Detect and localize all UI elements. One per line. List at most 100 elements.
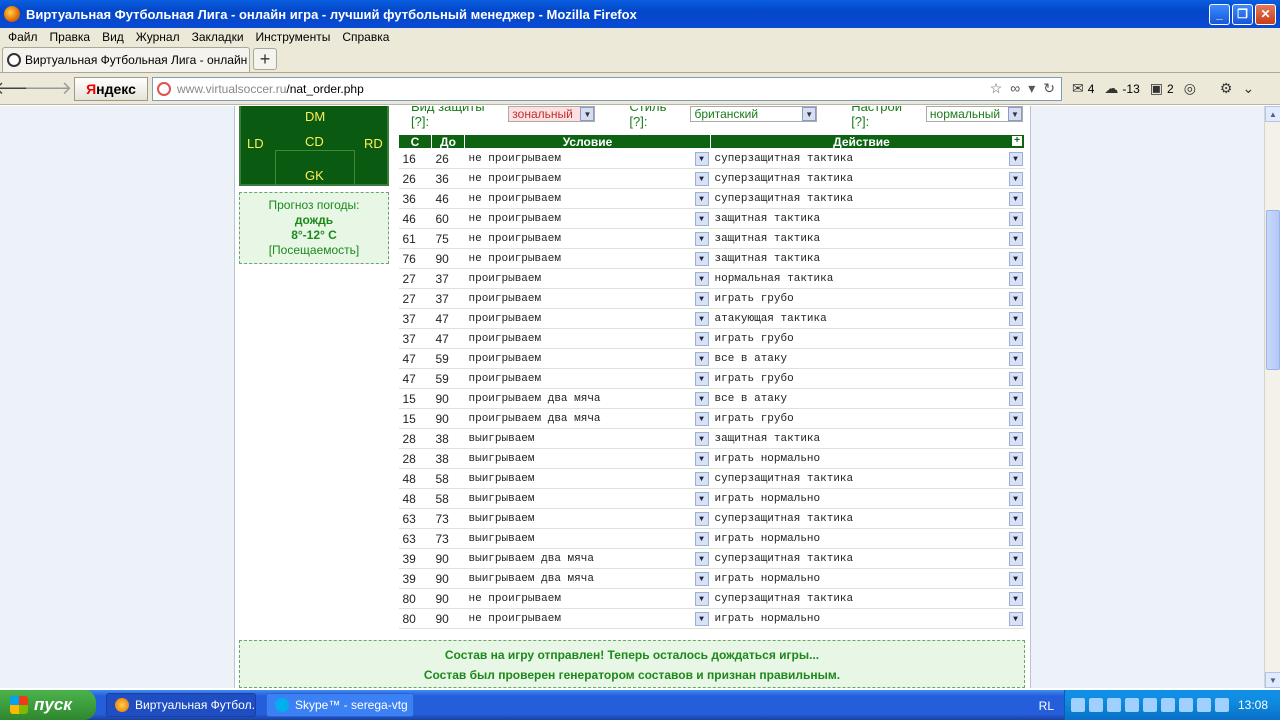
forward-button[interactable]: 🡒 [24, 77, 72, 101]
action-select[interactable]: суперзащитная тактика ▼ [710, 548, 1025, 569]
tray-opera-icon[interactable] [1179, 698, 1193, 712]
url-bar[interactable]: www.virtualsoccer.ru/nat_order.php ☆ ∞ ▾… [152, 76, 1062, 101]
taskbar-firefox[interactable]: Виртуальная Футбол... [106, 693, 256, 717]
condition-select[interactable]: выигрываем ▼ [464, 488, 711, 509]
add-row-button[interactable]: + [1012, 135, 1022, 146]
condition-select[interactable]: выигрываем два мяча ▼ [464, 548, 711, 569]
condition-select[interactable]: не проигрываем ▼ [464, 188, 711, 209]
action-select[interactable]: играть грубо ▼ [710, 408, 1025, 429]
tray-app-icon[interactable] [1143, 698, 1157, 712]
style-label[interactable]: Стиль [?]: [629, 106, 687, 129]
start-button[interactable]: пуск [0, 690, 96, 720]
condition-select[interactable]: не проигрываем ▼ [464, 588, 711, 609]
action-select[interactable]: играть грубо ▼ [710, 288, 1025, 309]
close-button[interactable]: ✕ [1255, 3, 1276, 25]
tray-shield-icon[interactable] [1107, 698, 1121, 712]
condition-select[interactable]: не проигрываем ▼ [464, 208, 711, 229]
defense-label[interactable]: Вид защиты [?]: [411, 106, 505, 129]
style-select[interactable]: британский ▼ [690, 106, 818, 122]
action-select[interactable]: все в атаку ▼ [710, 348, 1025, 369]
action-select[interactable]: играть нормально ▼ [710, 608, 1025, 629]
vertical-scrollbar[interactable]: ▲ ▼ [1264, 106, 1280, 688]
action-value: суперзащитная тактика [714, 552, 854, 565]
action-select[interactable]: суперзащитная тактика ▼ [710, 168, 1025, 189]
taskbar-skype[interactable]: Skype™ - serega-vtg [266, 693, 414, 717]
condition-select[interactable]: выигрываем ▼ [464, 448, 711, 469]
attendance-link[interactable]: [Посещаемость] [240, 243, 388, 258]
bookmark-star-icon[interactable]: ☆ [990, 80, 1003, 97]
glasses-icon[interactable]: ∞ [1010, 80, 1020, 97]
language-indicator[interactable]: RL [1039, 699, 1054, 713]
action-select[interactable]: суперзащитная тактика ▼ [710, 148, 1025, 169]
extension-tools[interactable]: ⚙ [1220, 80, 1233, 97]
condition-select[interactable]: выигрываем ▼ [464, 508, 711, 529]
condition-select[interactable]: не проигрываем ▼ [464, 228, 711, 249]
condition-select[interactable]: проигрываем ▼ [464, 268, 711, 289]
tray-ru-icon[interactable] [1197, 698, 1211, 712]
menu-file[interactable]: Файл [2, 30, 44, 44]
mood-select[interactable]: нормальный ▼ [925, 106, 1023, 122]
action-select[interactable]: атакующая тактика ▼ [710, 308, 1025, 329]
scroll-thumb[interactable] [1266, 210, 1280, 370]
menu-tools[interactable]: Инструменты [250, 30, 337, 44]
tray-network-icon[interactable] [1071, 698, 1085, 712]
menu-history[interactable]: Журнал [130, 30, 186, 44]
action-select[interactable]: суперзащитная тактика ▼ [710, 588, 1025, 609]
tray-update-icon[interactable] [1161, 698, 1175, 712]
action-select[interactable]: защитная тактика ▼ [710, 208, 1025, 229]
mood-label[interactable]: Настрой [?]: [851, 106, 923, 129]
condition-select[interactable]: проигрываем два мяча ▼ [464, 388, 711, 409]
menu-help[interactable]: Справка [336, 30, 395, 44]
action-select[interactable]: все в атаку ▼ [710, 388, 1025, 409]
condition-select[interactable]: выигрываем ▼ [464, 428, 711, 449]
tray-volume-icon[interactable] [1125, 698, 1139, 712]
chevron-down-icon: ▼ [1008, 352, 1023, 366]
action-select[interactable]: суперзащитная тактика ▼ [710, 508, 1025, 529]
condition-select[interactable]: не проигрываем ▼ [464, 168, 711, 189]
maximize-button[interactable]: ❐ [1232, 3, 1253, 25]
tray-tools-icon[interactable] [1215, 698, 1229, 712]
action-select[interactable]: играть нормально ▼ [710, 488, 1025, 509]
extension-counter[interactable]: ▣ 2 [1150, 80, 1174, 97]
extension-mail[interactable]: ✉ 4 [1072, 80, 1094, 97]
minimize-button[interactable]: _ [1209, 3, 1230, 25]
action-select[interactable]: играть нормально ▼ [710, 528, 1025, 549]
new-tab-button[interactable]: + [253, 48, 277, 70]
extension-more[interactable]: ⌄ [1242, 80, 1254, 97]
condition-select[interactable]: проигрываем ▼ [464, 308, 711, 329]
tray-antivirus-icon[interactable] [1089, 698, 1103, 712]
extension-sync[interactable]: ◎ [1184, 80, 1196, 97]
yandex-button[interactable]: Яндекс [74, 76, 148, 101]
action-select[interactable]: защитная тактика ▼ [710, 248, 1025, 269]
condition-select[interactable]: проигрываем ▼ [464, 288, 711, 309]
reload-icon[interactable]: ↻ [1043, 80, 1055, 97]
action-select[interactable]: нормальная тактика ▼ [710, 268, 1025, 289]
condition-select[interactable]: не проигрываем ▼ [464, 148, 711, 169]
defense-select[interactable]: зональный ▼ [508, 106, 596, 122]
action-select[interactable]: суперзащитная тактика ▼ [710, 188, 1025, 209]
scroll-up-button[interactable]: ▲ [1265, 106, 1280, 122]
menu-bookmarks[interactable]: Закладки [186, 30, 250, 44]
action-select[interactable]: защитная тактика ▼ [710, 228, 1025, 249]
condition-select[interactable]: выигрываем ▼ [464, 528, 711, 549]
condition-select[interactable]: выигрываем ▼ [464, 468, 711, 489]
menu-edit[interactable]: Правка [44, 30, 97, 44]
extension-weather[interactable]: ☁ -13 [1104, 80, 1139, 97]
action-select[interactable]: играть грубо ▼ [710, 368, 1025, 389]
action-select[interactable]: играть грубо ▼ [710, 328, 1025, 349]
action-select[interactable]: суперзащитная тактика ▼ [710, 468, 1025, 489]
action-select[interactable]: защитная тактика ▼ [710, 428, 1025, 449]
scroll-down-button[interactable]: ▼ [1265, 672, 1280, 688]
tab-active[interactable]: Виртуальная Футбольная Лига - онлайн и..… [2, 47, 250, 72]
condition-select[interactable]: проигрываем два мяча ▼ [464, 408, 711, 429]
menu-view[interactable]: Вид [96, 30, 130, 44]
condition-select[interactable]: не проигрываем ▼ [464, 608, 711, 629]
dropdown-arrow-icon[interactable]: ▾ [1028, 80, 1035, 97]
condition-select[interactable]: проигрываем ▼ [464, 348, 711, 369]
condition-select[interactable]: проигрываем ▼ [464, 328, 711, 349]
condition-select[interactable]: не проигрываем ▼ [464, 248, 711, 269]
condition-select[interactable]: выигрываем два мяча ▼ [464, 568, 711, 589]
action-select[interactable]: играть нормально ▼ [710, 568, 1025, 589]
condition-select[interactable]: проигрываем ▼ [464, 368, 711, 389]
action-select[interactable]: играть нормально ▼ [710, 448, 1025, 469]
